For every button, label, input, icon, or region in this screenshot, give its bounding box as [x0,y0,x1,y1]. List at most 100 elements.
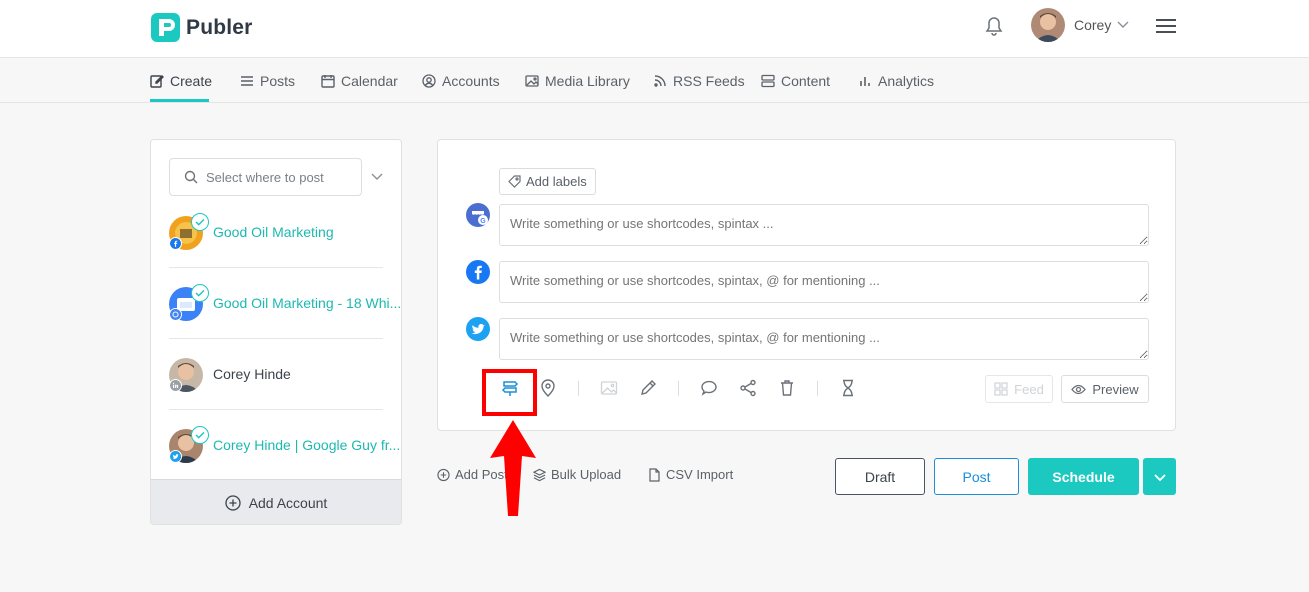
top-header: Publer Corey [0,0,1309,58]
hourglass-icon[interactable] [839,379,857,397]
nav-calendar[interactable]: Calendar [321,71,398,91]
plus-circle-icon [437,468,450,481]
toolbar-divider [817,381,818,396]
nav-media-library[interactable]: Media Library [525,71,630,91]
nav-label: RSS Feeds [673,73,745,89]
annotation-highlight-box [482,369,537,416]
nav-rss-feeds[interactable]: RSS Feeds [653,71,745,91]
nav-label: Create [170,73,213,89]
add-account-button[interactable]: Add Account [151,479,401,524]
divider [169,267,383,268]
bulk-upload-label: Bulk Upload [551,467,622,482]
chevron-down-icon [1153,473,1166,481]
publer-logo-icon [151,13,180,42]
rss-icon [654,75,666,87]
twitter-badge-icon [169,450,182,463]
search-placeholder: Select where to post [206,169,324,185]
account-item-good-oil-facebook[interactable]: Good Oil Marketing [169,213,383,286]
google-my-business-icon: G [466,203,490,227]
nav-label: Content [781,73,831,89]
selected-check-icon [191,426,209,444]
svg-text:G: G [480,218,486,225]
calendar-icon [321,75,335,88]
hamburger-menu-icon[interactable] [1156,18,1176,34]
user-name[interactable]: Corey [1074,17,1111,33]
grid-icon [994,382,1008,396]
nav-label: Accounts [442,73,500,89]
linkedin-badge-icon [169,379,182,392]
image-icon[interactable] [600,379,618,397]
nav-content[interactable]: Content [761,71,830,91]
active-tab-indicator [150,99,209,102]
plus-circle-icon [225,494,241,511]
main-nav: Create Posts Calendar Accounts Media Lib… [0,59,1309,103]
facebook-post-editor[interactable] [499,261,1149,303]
nav-label: Analytics [878,73,935,89]
gmb-post-editor[interactable] [499,204,1149,246]
bell-icon[interactable] [985,16,1003,36]
share-icon[interactable] [739,379,757,397]
post-button[interactable]: Post [934,458,1019,495]
trash-icon[interactable] [778,379,796,397]
location-pin-icon[interactable] [539,379,557,397]
nav-label: Calendar [341,73,398,89]
app-name: Publer [186,15,253,39]
divider [169,338,383,339]
pencil-icon[interactable] [639,379,657,397]
twitter-icon [466,317,490,341]
account-name: Good Oil Marketing - 18 Whi... [213,295,402,311]
schedule-button[interactable]: Schedule [1028,458,1139,495]
bulk-upload-link[interactable]: Bulk Upload [533,467,621,482]
feed-button[interactable]: Feed [985,375,1053,403]
account-search-input[interactable]: Select where to post [169,158,362,196]
facebook-badge-icon [169,237,182,250]
toolbar-divider [678,381,679,396]
comment-icon[interactable] [700,379,718,397]
post-composer: Add labels G Feed Preview [437,139,1176,431]
divider [169,409,383,410]
eye-icon [1071,384,1087,394]
nav-analytics[interactable]: Analytics [858,71,934,91]
chevron-down-icon[interactable] [1116,19,1130,29]
nav-posts[interactable]: Posts [240,71,295,91]
publer-logo[interactable]: Publer [150,12,253,43]
content-icon [761,74,775,88]
draft-button[interactable]: Draft [835,458,925,495]
feed-label: Feed [1014,381,1044,397]
google-my-business-badge-icon [169,308,182,321]
toolbar-divider [578,381,579,396]
nav-create[interactable]: Create [150,71,212,91]
nav-label: Posts [260,73,296,89]
search-icon [184,170,198,184]
bar-chart-icon [860,77,870,86]
chevron-down-icon[interactable] [370,171,384,181]
preview-button[interactable]: Preview [1061,375,1149,403]
annotation-arrow-up-icon [490,420,536,516]
account-item-corey-linkedin[interactable]: Corey Hinde [169,358,383,428]
image-icon [525,75,539,87]
account-selector-panel: Select where to post Good Oil Marketing … [150,139,402,525]
tag-icon [508,175,521,188]
facebook-icon [466,260,490,284]
file-icon [649,467,660,482]
selected-check-icon [191,213,209,231]
account-name: Good Oil Marketing [213,224,334,240]
preview-label: Preview [1092,381,1139,397]
csv-import-label: CSV Import [666,467,734,482]
edit-icon [150,75,164,88]
csv-import-link[interactable]: CSV Import [648,467,733,482]
nav-accounts[interactable]: Accounts [422,71,500,91]
add-labels-label: Add labels [526,174,587,189]
account-name: Corey Hinde | Google Guy fr... [213,437,401,453]
schedule-options-button[interactable] [1143,458,1176,495]
account-name: Corey Hinde [213,366,291,382]
list-icon [241,76,253,86]
add-labels-button[interactable]: Add labels [499,168,596,195]
user-avatar[interactable] [1031,8,1065,42]
account-item-good-oil-gmb[interactable]: Good Oil Marketing - 18 Whi... [169,284,401,357]
add-account-label: Add Account [248,494,328,511]
user-circle-icon [422,74,436,88]
selected-check-icon [191,284,209,302]
twitter-post-editor[interactable] [499,318,1149,360]
nav-label: Media Library [545,73,630,89]
